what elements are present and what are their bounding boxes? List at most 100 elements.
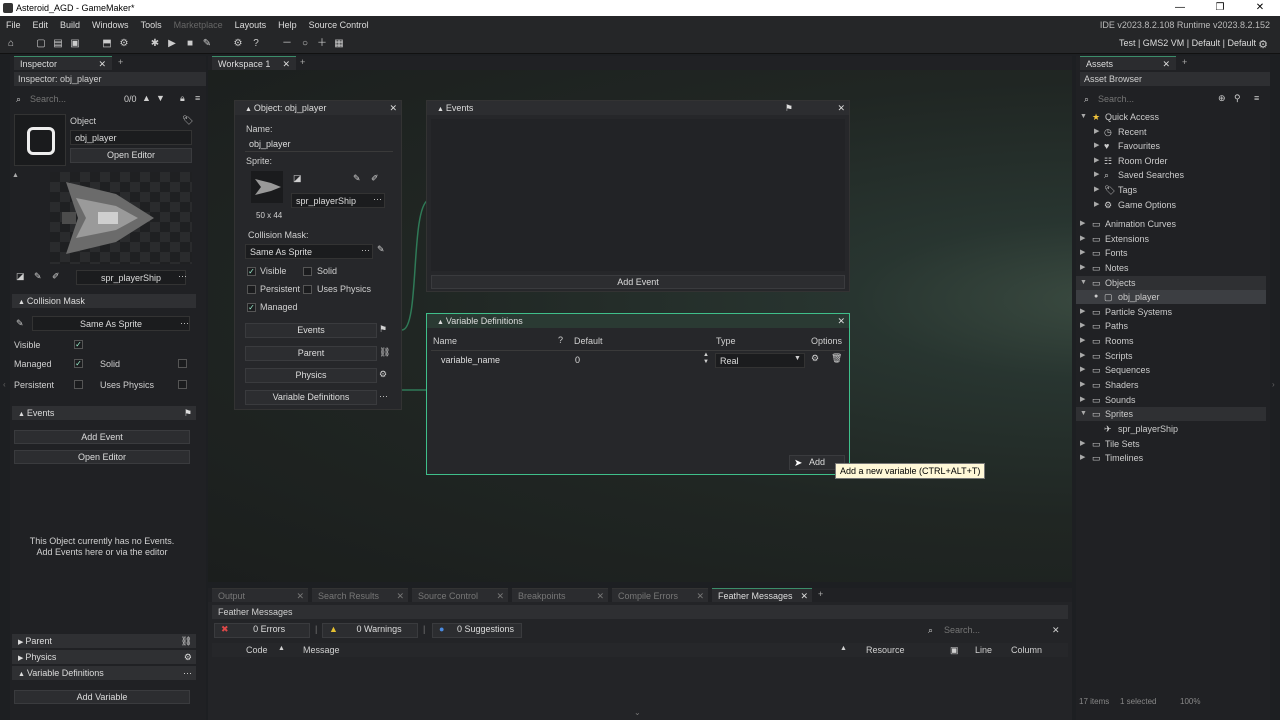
tree-scripts[interactable]: ▶ ▭ Scripts (1076, 349, 1266, 363)
gear-icon[interactable]: ⚙ (811, 353, 819, 364)
close-icon[interactable]: ✕ (596, 591, 604, 602)
run-icon[interactable]: ▶ (165, 37, 179, 51)
add-variable-button[interactable]: Add Variable (14, 690, 190, 704)
inspector-search-input[interactable] (26, 92, 116, 106)
mask-edit-icon[interactable]: ✎ (16, 318, 24, 329)
add-event-button[interactable]: Add Event (431, 275, 845, 289)
tree-tags[interactable]: ▶ 🏷︎ Tags (1076, 183, 1266, 197)
zoom-in-icon[interactable]: ＋ (315, 37, 329, 51)
solid-checkbox[interactable] (303, 267, 312, 276)
edit-sprite-icon[interactable]: ✎ (353, 173, 361, 184)
flag-icon[interactable]: ⚑ (379, 324, 387, 335)
tree-room-order[interactable]: ▶ ☷ Room Order (1076, 154, 1266, 168)
tag-icon[interactable]: 🏷︎ (182, 115, 193, 126)
clear-icon[interactable]: ✕ (1052, 625, 1060, 636)
sprite-select[interactable]: spr_playerShip (76, 270, 186, 285)
tree-sequences[interactable]: ▶ ▭ Sequences (1076, 363, 1266, 377)
tree-favourites[interactable]: ▶ ♥ Favourites (1076, 139, 1266, 153)
left-dock-arrow-icon[interactable]: ‹ (3, 380, 6, 389)
menu-help[interactable]: Help (272, 20, 303, 30)
tree-notes[interactable]: ▶ ▭ Notes (1076, 261, 1266, 275)
mask-select[interactable]: Same As Sprite (245, 244, 373, 259)
maximize-button[interactable]: ❐ (1200, 0, 1240, 16)
menu-marketplace[interactable]: Marketplace (168, 20, 229, 30)
prev-match-icon[interactable]: ▲ (142, 93, 151, 103)
suggestions-filter[interactable]: ● 0 Suggestions (432, 623, 522, 638)
add-asset-icon[interactable]: ⊕ (1218, 93, 1226, 104)
tree-recent[interactable]: ▶ ◷ Recent (1076, 125, 1266, 139)
events-window-header[interactable]: ▲ Events ⚑ ✕ (427, 101, 849, 115)
add-tab-icon[interactable]: + (300, 57, 305, 67)
menu-edit[interactable]: Edit (27, 20, 55, 30)
errors-filter[interactable]: ✖ 0 Errors (214, 623, 310, 638)
package-icon[interactable]: ⬒ (100, 37, 114, 51)
col-column[interactable]: Column (1011, 645, 1042, 655)
tab-search-results[interactable]: Search Results ✕ (312, 588, 408, 602)
tree-sprites[interactable]: ▼ ▭ Sprites (1076, 407, 1266, 421)
help-icon[interactable]: ? (249, 37, 263, 51)
target-selector[interactable]: Test | GMS2 VM | Default | Default (1119, 38, 1256, 48)
tree-spr-playership[interactable]: ✈ spr_playerShip (1076, 422, 1266, 436)
tab-breakpoints[interactable]: Breakpoints ✕ (512, 588, 608, 602)
sort-icon[interactable]: ▲ (278, 645, 285, 652)
stop-icon[interactable]: ■ (183, 37, 197, 51)
new-project-icon[interactable]: ▢ (34, 37, 48, 51)
tab-output[interactable]: Output ✕ (212, 588, 308, 602)
trash-icon[interactable]: 🗑︎ (831, 353, 842, 364)
tab-source-control[interactable]: Source Control ✕ (412, 588, 508, 602)
menu-file[interactable]: File (0, 20, 27, 30)
col-resource[interactable]: Resource (866, 645, 905, 655)
name-field[interactable]: obj_player (245, 137, 393, 152)
menu-source-control[interactable]: Source Control (303, 20, 375, 30)
more-icon[interactable]: ··· (373, 194, 382, 204)
col-line[interactable]: Line (975, 645, 992, 655)
tree-sounds[interactable]: ▶ ▭ Sounds (1076, 393, 1266, 407)
close-icon[interactable]: ✕ (282, 59, 290, 70)
help-icon[interactable]: ? (558, 335, 563, 345)
menu-tools[interactable]: Tools (135, 20, 168, 30)
tree-objects[interactable]: ▼ ▭ Objects (1076, 276, 1266, 290)
more-icon[interactable]: ··· (178, 271, 187, 281)
tab-workspace-1[interactable]: Workspace 1 ✕ (212, 56, 296, 70)
gear-icon[interactable]: ⚙ (379, 369, 387, 380)
add-event-button[interactable]: Add Event (14, 430, 190, 444)
object-window-header[interactable]: ▲ Object: obj_player ✕ (235, 101, 401, 115)
sort-icon[interactable]: ▲ (840, 645, 847, 652)
collapse-sprite-icon[interactable]: ▲ (12, 172, 19, 179)
sprite-select[interactable]: spr_playerShip (291, 193, 385, 208)
parent-section[interactable]: ▶ Parent ⛓︎ (12, 634, 196, 648)
parent-button[interactable]: Parent (245, 346, 377, 361)
menu-icon[interactable]: ≡ (195, 93, 200, 103)
collapse-panel-icon[interactable]: ⌄ (634, 708, 641, 717)
close-icon[interactable]: ✕ (837, 316, 845, 327)
tree-rooms[interactable]: ▶ ▭ Rooms (1076, 334, 1266, 348)
tree-paths[interactable]: ▶ ▭ Paths (1076, 319, 1266, 333)
new-sprite-icon[interactable]: ◪ (16, 271, 25, 282)
lock-icon[interactable]: 🔒︎ (180, 93, 185, 104)
events-button[interactable]: Events (245, 323, 377, 338)
variable-type-select[interactable]: Real (715, 353, 805, 368)
column-toggle-icon[interactable]: ▣ (950, 645, 959, 656)
tree-quick-access[interactable]: ▼ ★ Quick Access (1076, 110, 1266, 124)
target-settings-icon[interactable]: ⚙ (1258, 38, 1268, 51)
filter-icon[interactable]: ⚲ (1234, 93, 1241, 104)
tree-fonts[interactable]: ▶ ▭ Fonts (1076, 246, 1266, 260)
clean-icon[interactable]: ✎ (200, 37, 214, 51)
more-icon[interactable]: ··· (379, 391, 388, 401)
variable-default-field[interactable]: 0 (571, 353, 701, 368)
home-icon[interactable]: ⌂ (4, 37, 18, 51)
menu-icon[interactable]: ≡ (1254, 93, 1259, 103)
close-icon[interactable]: ✕ (389, 103, 397, 114)
tree-extensions[interactable]: ▶ ▭ Extensions (1076, 232, 1266, 246)
assets-search-input[interactable] (1094, 92, 1214, 106)
tab-assets[interactable]: Assets ✕ (1080, 56, 1176, 70)
physics-section[interactable]: ▶ Physics ⚙ (12, 650, 196, 664)
uses-physics-checkbox[interactable] (303, 285, 312, 294)
col-code[interactable]: Code (246, 645, 268, 655)
tree-obj-player[interactable]: ● ▢ obj_player (1076, 290, 1266, 304)
pen-icon[interactable]: ✐ (52, 271, 60, 282)
flag-icon[interactable]: ⚑ (785, 103, 793, 114)
events-section[interactable]: ▲ Events ⚑ (12, 406, 196, 420)
sprite-thumbnail[interactable] (251, 171, 283, 203)
menu-layouts[interactable]: Layouts (229, 20, 273, 30)
